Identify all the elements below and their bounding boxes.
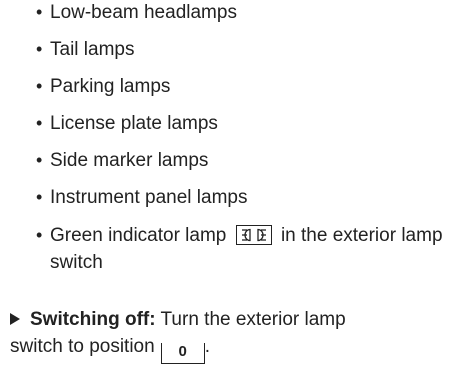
instruction-step: Switching off: Turn the exterior lamp sw… — [10, 306, 450, 364]
bullet-icon: • — [36, 76, 43, 96]
list-item: • Parking lamps — [36, 74, 456, 99]
step-text-line2: switch to position 0. — [10, 333, 450, 364]
switch-position-icon: 0 — [160, 343, 205, 364]
step-text-end: . — [204, 336, 210, 357]
list-item: • License plate lamps — [36, 111, 456, 136]
list-item-text: Green indicator lamp — [50, 225, 227, 246]
list-item: • Green indicator lamp in the exterior l… — [36, 222, 450, 276]
step-text: switch to position — [10, 336, 155, 357]
step-label: Switching off: — [30, 309, 156, 330]
bullet-icon: • — [36, 39, 43, 59]
list-item: • Instrument panel lamps — [36, 185, 456, 210]
bullet-icon: • — [36, 150, 43, 170]
list-item-text: Instrument panel lamps — [50, 187, 248, 208]
bullet-icon: • — [36, 187, 43, 207]
parking-lamp-icon — [235, 225, 272, 245]
list-item: • Low-beam headlamps — [36, 0, 456, 25]
list-item-text: License plate lamps — [50, 113, 218, 134]
list-item-text: Side marker lamps — [50, 150, 209, 171]
bullet-icon: • — [36, 225, 43, 245]
list-item: • Tail lamps — [36, 37, 456, 62]
lamp-list: • Low-beam headlamps • Tail lamps • Park… — [36, 0, 456, 288]
bullet-icon: • — [36, 2, 43, 22]
list-item: • Side marker lamps — [36, 148, 456, 173]
list-item-text: Low-beam headlamps — [50, 2, 237, 23]
manual-page: • Low-beam headlamps • Tail lamps • Park… — [0, 0, 462, 371]
arrow-icon — [10, 313, 20, 325]
step-text: Turn the exterior lamp — [160, 309, 346, 330]
list-item-text: Tail lamps — [50, 39, 135, 60]
list-item-text: Parking lamps — [50, 76, 171, 97]
bullet-icon: • — [36, 113, 43, 133]
